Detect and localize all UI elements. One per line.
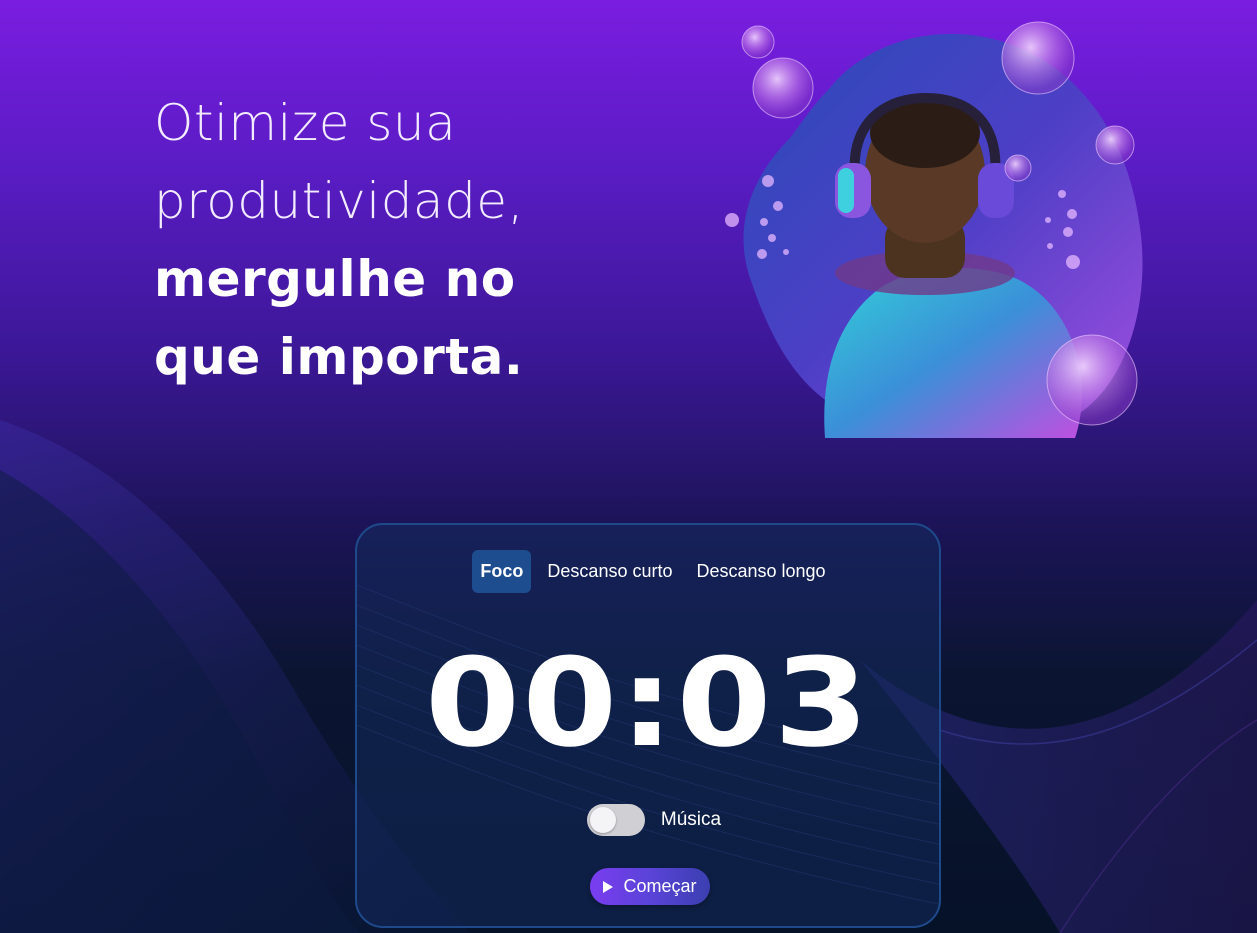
hero-title-line-4: que importa. — [154, 328, 524, 386]
hero-title-line-2: produtividade, — [154, 172, 524, 230]
timer-display: 00:03 — [424, 632, 872, 774]
music-toggle-row: Música — [357, 804, 939, 836]
tab-foco[interactable]: Foco — [472, 550, 532, 593]
toggle-knob — [589, 807, 616, 833]
music-label: Música — [660, 809, 722, 830]
hero-illustration — [725, 21, 1143, 438]
tab-descanso-curto[interactable]: Descanso curto — [539, 550, 680, 593]
hero-title-line-1: Otimize sua — [154, 94, 457, 152]
timer-mode-tabs: Foco Descanso curto Descanso longo — [357, 550, 939, 593]
play-icon — [603, 880, 614, 893]
tab-descanso-longo[interactable]: Descanso longo — [688, 550, 833, 593]
hero-title: Otimize sua produtividade, mergulhe no q… — [154, 84, 674, 396]
pomodoro-timer-card: Foco Descanso curto Descanso longo 00:03… — [355, 523, 941, 928]
music-toggle[interactable] — [586, 804, 645, 836]
hero-title-line-3: mergulhe no — [154, 250, 516, 308]
start-button[interactable]: Começar — [590, 868, 710, 905]
start-button-label: Começar — [623, 876, 697, 896]
